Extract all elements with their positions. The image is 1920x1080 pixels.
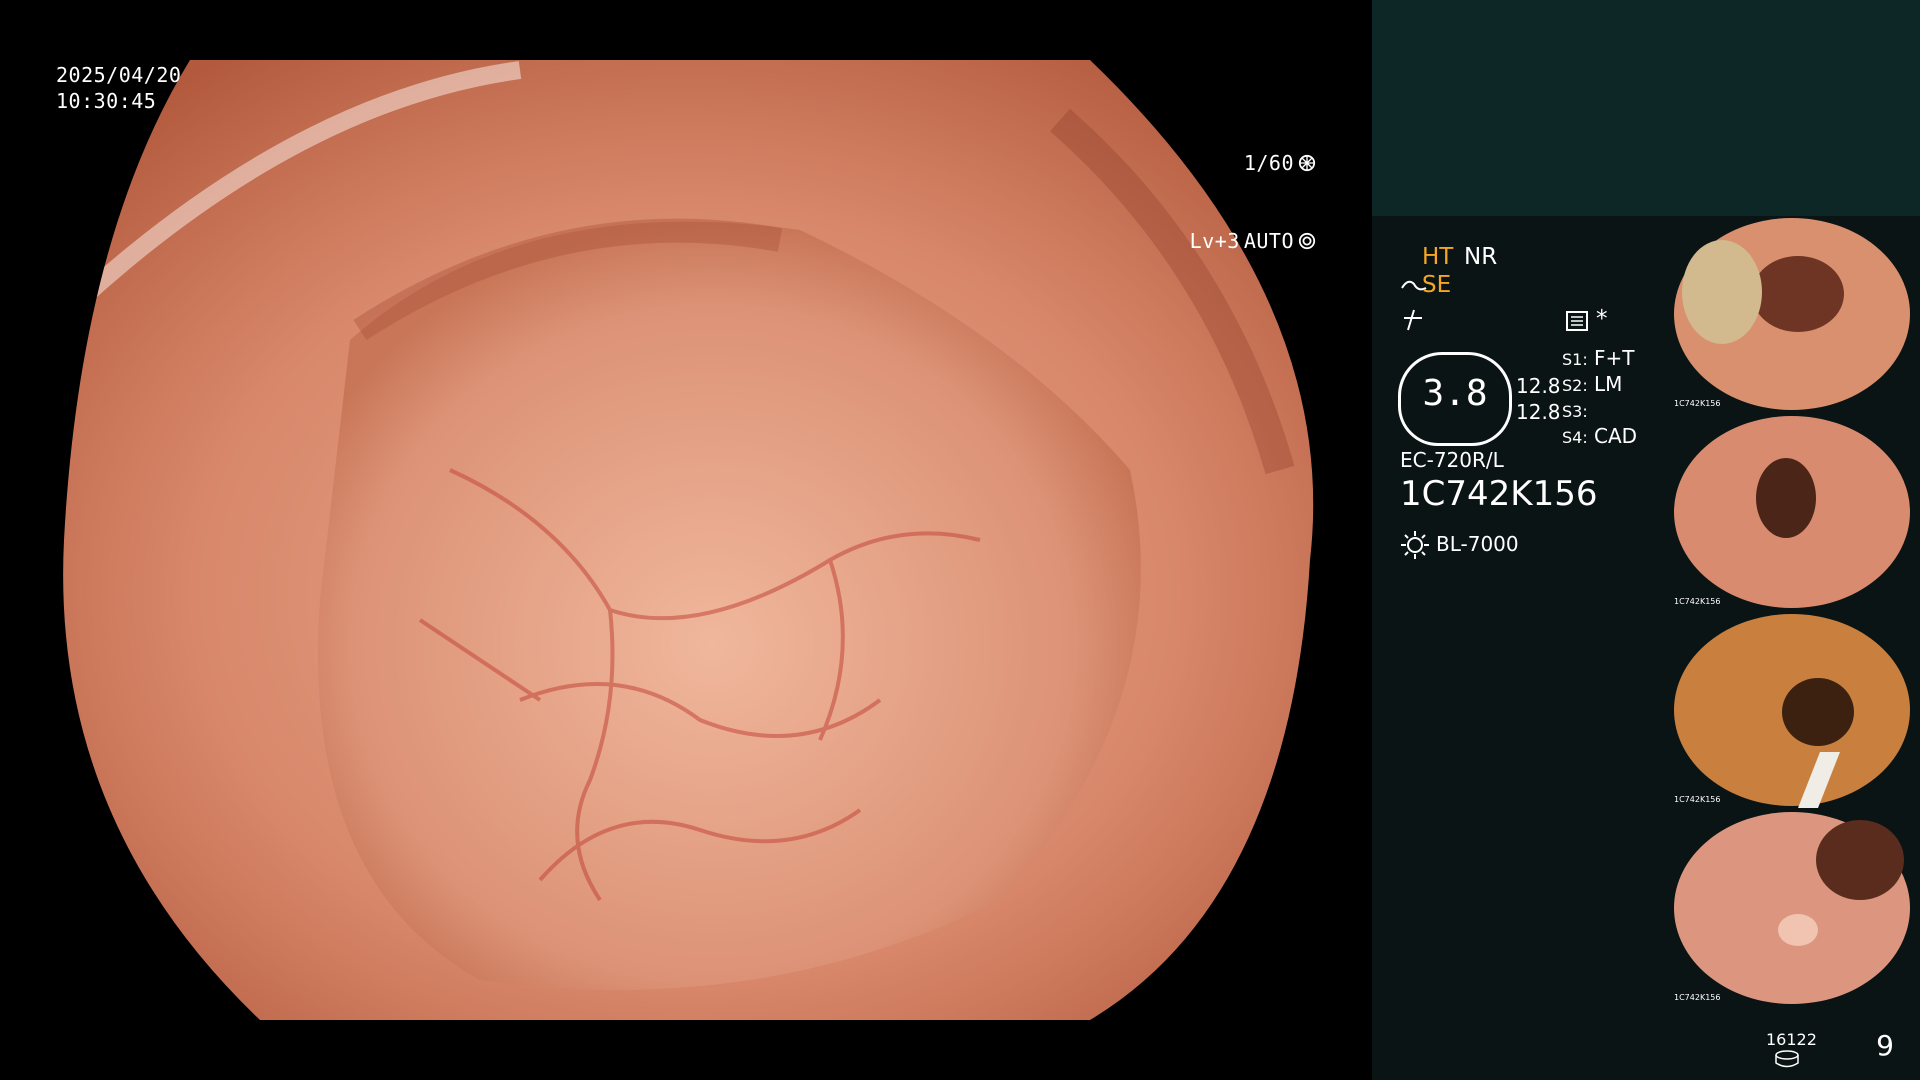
ht-label: HT bbox=[1422, 244, 1454, 270]
scope-model: EC-720R/L bbox=[1400, 448, 1504, 472]
exposure-info: 1/60 Lv+3 AUTO bbox=[1190, 98, 1316, 306]
nr-label: NR bbox=[1464, 244, 1498, 270]
light-icon bbox=[1401, 531, 1429, 559]
image-count: 9 bbox=[1876, 1029, 1894, 1062]
value-b: 12.8 bbox=[1516, 400, 1561, 424]
thumbnail-2[interactable]: 1C742K156 bbox=[1670, 414, 1920, 610]
thumbnail-3-label: 1C742K156 bbox=[1674, 795, 1720, 804]
storage-count: 16122 bbox=[1766, 1030, 1817, 1049]
endoscope-image bbox=[63, 60, 1314, 1020]
s2-label: S2: bbox=[1562, 376, 1588, 395]
shutter-icon bbox=[1298, 154, 1316, 172]
se-label: SE bbox=[1422, 272, 1452, 298]
time: 10:30:45 bbox=[56, 89, 157, 113]
s1-label: S1: bbox=[1562, 350, 1588, 369]
side-header bbox=[1372, 0, 1920, 216]
main-endoscope-view: 2025/04/20 10:30:45 1/60 Lv+3 AUTO bbox=[0, 0, 1372, 1080]
side-panel: HT NR SE * 3.8 12.8 12.8 S1: F+T S2: LM … bbox=[1372, 0, 1920, 1080]
disk-icon bbox=[1775, 1050, 1799, 1068]
gauge-value: 3.8 bbox=[1422, 373, 1488, 414]
s4-value: CAD bbox=[1594, 424, 1638, 448]
value-a: 12.8 bbox=[1516, 374, 1561, 398]
shutter-speed: 1/60 bbox=[1243, 151, 1294, 175]
timestamp: 2025/04/20 10:30:45 bbox=[56, 62, 181, 114]
thumbnail-strip: 1C742K156 1C742K156 1C742K156 1C742K156 bbox=[1670, 216, 1920, 1080]
date: 2025/04/20 bbox=[56, 63, 182, 87]
thumbnail-2-label: 1C742K156 bbox=[1674, 597, 1720, 606]
iris-mode: AUTO bbox=[1243, 229, 1294, 253]
thumbnail-4[interactable]: 1C742K156 bbox=[1670, 810, 1920, 1006]
asterisk-mark: * bbox=[1596, 306, 1608, 332]
gauge-icon: 3.8 bbox=[1398, 352, 1512, 446]
enhancement-icon bbox=[1404, 309, 1422, 331]
auto-iris-icon bbox=[1298, 232, 1316, 250]
thumbnail-1-label: 1C742K156 bbox=[1674, 399, 1720, 408]
thumbnail-1[interactable]: 1C742K156 bbox=[1670, 216, 1920, 412]
thumbnail-4-label: 1C742K156 bbox=[1674, 993, 1720, 1002]
menu-icon bbox=[1566, 311, 1588, 331]
settings-panel: HT NR SE * 3.8 12.8 12.8 S1: F+T S2: LM … bbox=[1372, 216, 1670, 1080]
brightness-level: Lv+3 bbox=[1189, 229, 1240, 253]
s3-label: S3: bbox=[1562, 402, 1588, 421]
s2-value: LM bbox=[1594, 372, 1623, 396]
s4-label: S4: bbox=[1562, 428, 1588, 447]
thumbnail-3[interactable]: 1C742K156 bbox=[1670, 612, 1920, 808]
s1-value: F+T bbox=[1594, 346, 1635, 370]
scope-serial: 1C742K156 bbox=[1400, 474, 1598, 514]
light-source: BL-7000 bbox=[1436, 532, 1519, 556]
